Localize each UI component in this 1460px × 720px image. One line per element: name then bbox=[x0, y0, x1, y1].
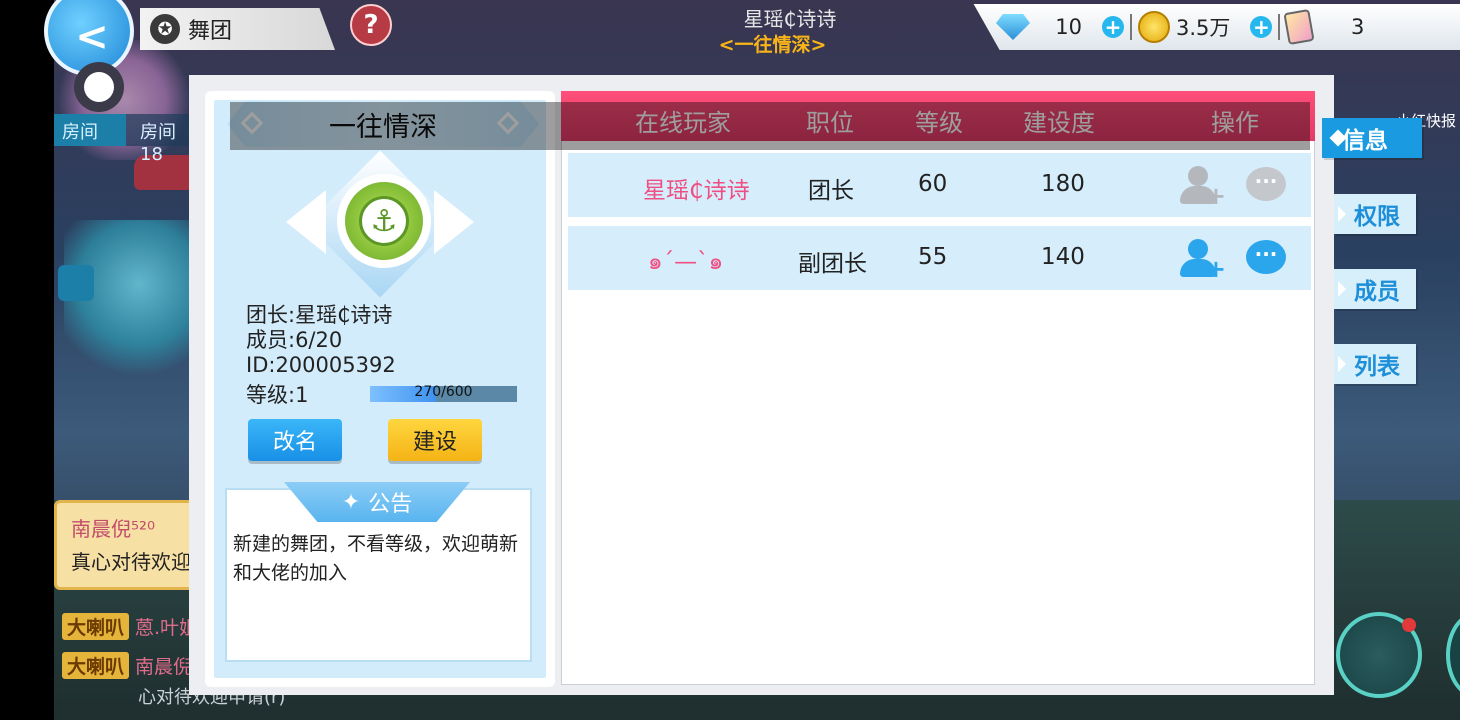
coin-count: 3.5万 bbox=[1176, 16, 1231, 40]
group-emblem[interactable]: ⚓ bbox=[337, 174, 431, 268]
divider bbox=[1130, 14, 1132, 40]
table-row[interactable]: ๑ˊ—ˋ๑ 副团长 55 140 + ··· bbox=[568, 226, 1311, 290]
room-tabs: 房间 房间18 bbox=[54, 114, 206, 165]
member-role: 副团长 bbox=[798, 251, 867, 277]
group-leader: 团长:星瑶₵诗诗 bbox=[246, 303, 393, 327]
group-title-ribbon: 一往情深 bbox=[227, 101, 539, 147]
question-mark-icon: ? bbox=[363, 10, 379, 40]
tab-list[interactable]: 列表 bbox=[1334, 344, 1416, 384]
diamond-icon bbox=[996, 14, 1030, 40]
notice-message: 真心对待欢迎 bbox=[71, 550, 191, 574]
add-coins-button[interactable]: + bbox=[1250, 15, 1273, 39]
star-icon: ✪ bbox=[150, 14, 180, 44]
column-level: 等级 bbox=[915, 109, 963, 137]
chat-sender: 南晨倪 bbox=[135, 656, 193, 678]
table-row[interactable]: 星瑶₵诗诗 团长 60 180 + ··· bbox=[568, 153, 1311, 217]
ticket-card-icon bbox=[1283, 8, 1315, 46]
top-group-name: <一往情深> bbox=[718, 34, 827, 56]
member-role: 团长 bbox=[808, 178, 854, 204]
add-friend-icon[interactable]: + bbox=[1180, 166, 1226, 208]
member-name: 星瑶₵诗诗 bbox=[643, 178, 750, 204]
member-level: 60 bbox=[918, 171, 948, 197]
member-table-header: 在线玩家 职位 等级 建设度 操作 bbox=[561, 91, 1315, 141]
currency-bar: 10 + 3.5万 + 3 bbox=[973, 4, 1460, 50]
add-friend-icon[interactable]: + bbox=[1180, 239, 1226, 281]
emblem-left-wing bbox=[286, 190, 326, 254]
chat-line[interactable]: 大喇叭 蒽.叶姐 bbox=[62, 613, 198, 640]
announcement-title: 公告 bbox=[368, 492, 413, 517]
joystick-button[interactable] bbox=[74, 62, 124, 112]
chat-bubble-icon[interactable]: ··· bbox=[1246, 167, 1286, 201]
add-gems-button[interactable]: + bbox=[1102, 15, 1124, 39]
member-name: ๑ˊ—ˋ๑ bbox=[648, 249, 724, 275]
chat-bubble-icon[interactable]: ··· bbox=[1246, 240, 1286, 274]
tab-info[interactable]: 信息 bbox=[1322, 118, 1422, 158]
tab-permissions[interactable]: 权限 bbox=[1334, 194, 1416, 234]
chat-line[interactable]: 大喇叭 南晨倪 bbox=[62, 652, 192, 679]
dance-action-button[interactable] bbox=[1336, 612, 1422, 698]
people-icon[interactable] bbox=[58, 265, 94, 301]
tab-room[interactable]: 房间 bbox=[54, 114, 126, 146]
rename-button[interactable]: 改名 bbox=[248, 419, 342, 461]
column-actions: 操作 bbox=[1211, 109, 1259, 137]
group-level: 等级:1 bbox=[246, 383, 309, 407]
member-level: 55 bbox=[918, 244, 948, 270]
section-title: 舞团 bbox=[188, 19, 233, 44]
column-build: 建设度 bbox=[1023, 109, 1095, 137]
section-tab-dance-group: ✪ 舞团 bbox=[140, 8, 335, 50]
loudspeaker-badge: 大喇叭 bbox=[62, 652, 130, 679]
group-title: 一往情深 bbox=[329, 111, 437, 143]
group-id: ID:200005392 bbox=[246, 353, 396, 377]
chevron-left-icon: < bbox=[75, 14, 109, 60]
coin-icon bbox=[1138, 11, 1170, 43]
member-build: 140 bbox=[1041, 244, 1085, 270]
loudspeaker-badge: 大喇叭 bbox=[62, 613, 130, 640]
sparkle-icon: ✦ bbox=[341, 489, 361, 515]
build-button[interactable]: 建设 bbox=[388, 419, 482, 461]
tab-members[interactable]: 成员 bbox=[1334, 269, 1416, 309]
gem-count: 10 bbox=[1055, 15, 1082, 39]
exp-progress-text: 270/600 bbox=[414, 384, 473, 400]
announcement-text: 新建的舞团，不看等级，欢迎萌新和大佬的加入 bbox=[233, 533, 519, 585]
divider bbox=[1278, 14, 1281, 40]
card-count: 3 bbox=[1351, 15, 1365, 39]
emblem-right-wing bbox=[434, 190, 474, 254]
top-player-name: 星瑶₵诗诗 bbox=[743, 7, 837, 31]
column-role: 职位 bbox=[806, 109, 854, 137]
group-members: 成员:6/20 bbox=[246, 328, 343, 352]
column-online-player: 在线玩家 bbox=[635, 109, 731, 137]
anchor-icon: ⚓ bbox=[359, 196, 409, 246]
notice-sender: 南晨倪⁵²⁰ bbox=[71, 517, 156, 541]
help-button[interactable]: ? bbox=[350, 4, 392, 46]
emblem-badge: ⚓ bbox=[345, 182, 423, 260]
joystick-dot-icon bbox=[84, 72, 114, 102]
member-build: 180 bbox=[1041, 171, 1085, 197]
exp-progress-bar: 270/600 bbox=[370, 384, 517, 402]
